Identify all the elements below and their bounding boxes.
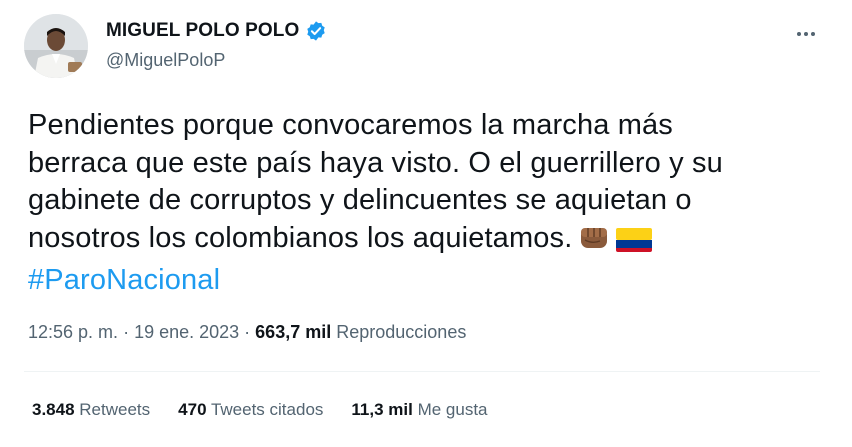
hashtag-link[interactable]: #ParoNacional [28, 262, 828, 300]
views-count: 663,7 mil [255, 322, 332, 342]
tweet-time[interactable]: 12:56 p. m. [28, 322, 118, 342]
tweet-line-with-emoji: nosotros los colombianos los aquietamos. [28, 220, 828, 263]
avatar[interactable] [24, 14, 88, 78]
likes-label: Me gusta [417, 400, 488, 419]
engagement-stats: 3.848 Retweets 470 Tweets citados 11,3 m… [32, 400, 488, 420]
tweet-line: berraca que este país haya visto. O el g… [28, 146, 723, 179]
views-label: Reproducciones [336, 322, 467, 342]
tweet-date[interactable]: 19 ene. 2023 [134, 322, 239, 342]
tweet-text: Pendientes porque convocaremos la marcha… [28, 107, 828, 300]
tweet-card: MIGUEL POLO POLO @MiguelPoloP Pendientes… [0, 0, 852, 447]
quotes-count: 470 [178, 400, 207, 419]
dot [804, 32, 808, 36]
retweets-label: Retweets [79, 400, 151, 419]
divider [24, 371, 820, 372]
more-options-icon[interactable] [792, 24, 820, 44]
colombia-flag-icon [616, 225, 653, 263]
quote-tweets-stat[interactable]: 470 Tweets citados [178, 400, 323, 420]
likes-count: 11,3 mil [351, 400, 413, 419]
tweet-line: gabinete de corruptos y delincuentes se … [28, 184, 692, 216]
likes-stat[interactable]: 11,3 mil Me gusta [351, 400, 487, 420]
tweet-line: nosotros los colombianos los aquietamos. [28, 221, 573, 254]
separator: · [118, 322, 135, 342]
retweets-stat[interactable]: 3.848 Retweets [32, 400, 150, 420]
retweets-count: 3.848 [32, 400, 75, 419]
dot [811, 32, 815, 36]
author-name[interactable]: MIGUEL POLO POLO [106, 20, 299, 42]
fist-icon [578, 224, 610, 263]
tweet-meta: 12:56 p. m. · 19 ene. 2023 · 663,7 mil R… [28, 322, 466, 343]
verified-badge-icon [305, 20, 327, 42]
author-row: MIGUEL POLO POLO [106, 20, 327, 42]
quotes-label: Tweets citados [210, 400, 324, 419]
dot [797, 32, 801, 36]
tweet-line: Pendientes porque convocaremos la marcha… [28, 109, 673, 141]
author-handle[interactable]: @MiguelPoloP [106, 50, 225, 71]
separator: · [239, 322, 256, 342]
